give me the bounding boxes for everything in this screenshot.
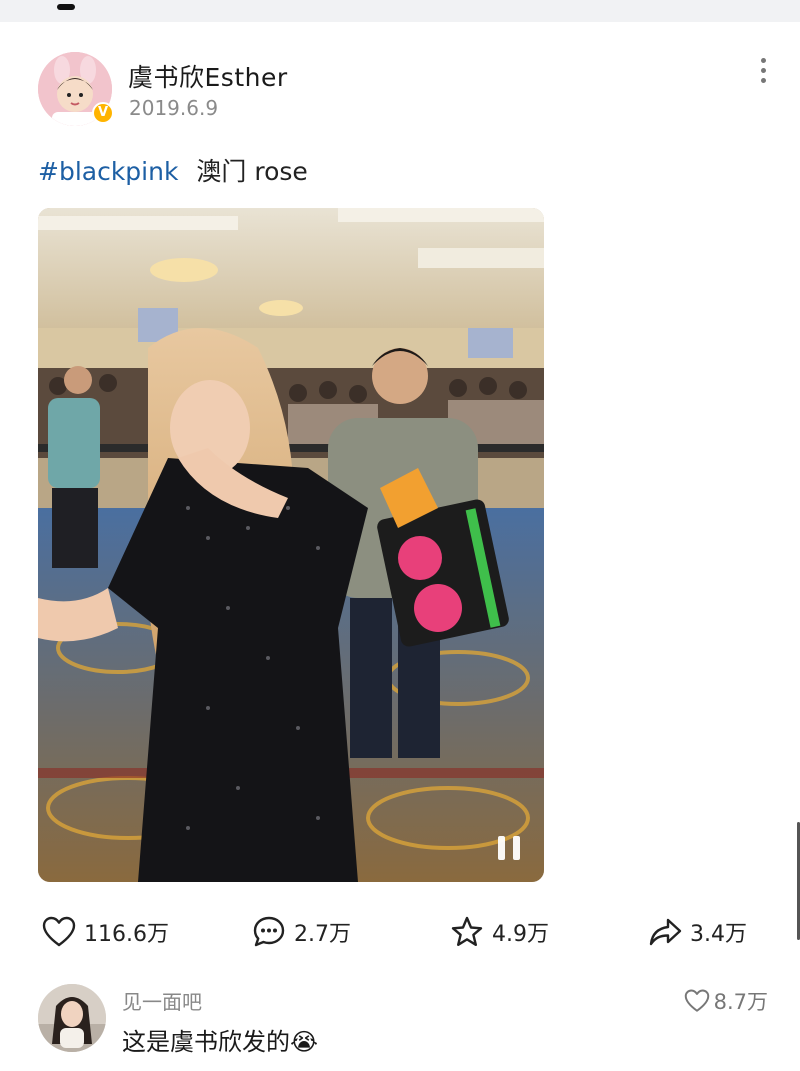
like-button[interactable]: 116.6万 <box>42 910 169 954</box>
post-text: #blackpink 澳门 rose <box>38 152 308 188</box>
comment-button[interactable]: 2.7万 <box>252 910 351 954</box>
more-options-icon[interactable] <box>758 58 768 88</box>
post-caption: 澳门 rose <box>196 157 308 186</box>
post-date: 2019.6.9 <box>129 96 219 120</box>
author-avatar[interactable]: V <box>38 52 114 126</box>
heart-icon <box>42 916 76 947</box>
post-video[interactable] <box>38 208 544 882</box>
author-name[interactable]: 虞书欣Esther <box>128 58 288 94</box>
comment-like-count: 8.7万 <box>713 990 768 1014</box>
video-frame <box>38 208 544 882</box>
verified-badge-icon: V <box>92 102 114 124</box>
status-indicator <box>57 4 75 10</box>
favorite-button[interactable]: 4.9万 <box>450 910 549 954</box>
comment-body: 这是虞书欣发的 <box>122 1028 290 1056</box>
status-bar <box>0 0 800 22</box>
comment-count: 2.7万 <box>294 922 351 947</box>
star-icon <box>451 916 483 946</box>
top-comment: 见一面吧 这是虞书欣发的😭 8.7万 <box>38 982 778 1057</box>
comment-bubble-icon <box>253 916 285 947</box>
post-header: V 虞书欣Esther 2019.6.9 <box>38 52 778 128</box>
hashtag-link[interactable]: #blackpink <box>38 157 178 186</box>
like-count: 116.6万 <box>84 922 169 947</box>
comment-text: 这是虞书欣发的😭 <box>122 1022 318 1057</box>
commenter-name[interactable]: 见一面吧 <box>122 986 202 1015</box>
favorite-count: 4.9万 <box>492 922 549 947</box>
commenter-avatar[interactable] <box>38 984 106 1052</box>
heart-icon <box>684 989 709 1012</box>
share-arrow-icon <box>649 918 682 946</box>
comment-like-button[interactable]: 8.7万 <box>684 986 768 1016</box>
pause-icon[interactable] <box>498 836 520 860</box>
action-bar: 116.6万 2.7万 4.9万 3.4万 <box>38 910 778 954</box>
share-button[interactable]: 3.4万 <box>648 910 747 954</box>
share-count: 3.4万 <box>690 922 747 947</box>
crying-emoji-icon: 😭 <box>290 1028 319 1056</box>
